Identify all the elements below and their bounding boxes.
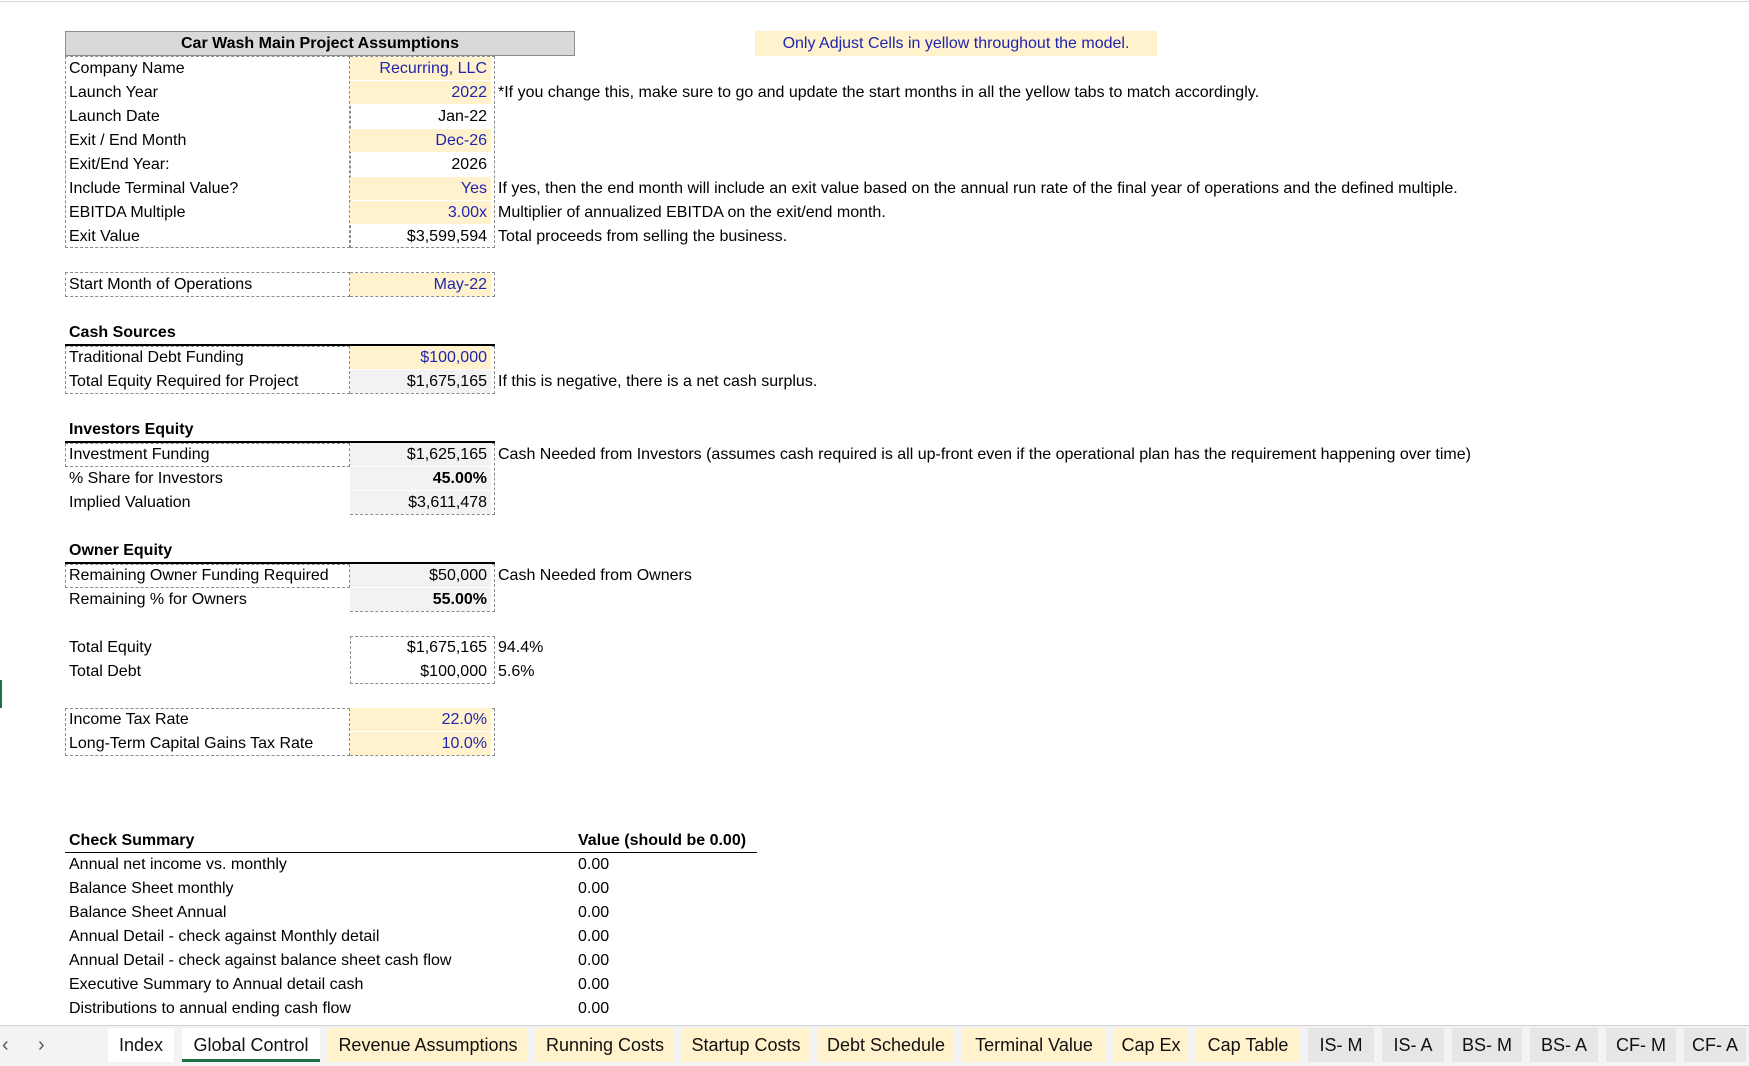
tab-bs-m[interactable]: BS- M	[1452, 1028, 1522, 1062]
label-exit-month: Exit / End Month	[69, 132, 187, 149]
chevron-right-icon[interactable]: ›	[38, 1034, 45, 1057]
note-ebitda-multiple: Multiplier of annualized EBITDA on the e…	[498, 204, 886, 221]
tab-startup-costs[interactable]: Startup Costs	[682, 1028, 810, 1062]
cell-terminal-value[interactable]: Yes	[350, 177, 491, 200]
cell-implied-valuation[interactable]: $3,611,478	[350, 491, 491, 514]
label-launch-year: Launch Year	[69, 84, 158, 101]
check-value[interactable]: 0.00	[578, 925, 609, 948]
check-label: Annual Detail - check against balance sh…	[69, 952, 452, 969]
section-check-summary: Check Summary	[69, 832, 195, 849]
tab-debt-schedule[interactable]: Debt Schedule	[818, 1028, 954, 1062]
cell-investment-funding[interactable]: $1,625,165	[350, 443, 491, 466]
cell-owner-funding[interactable]: $50,000	[350, 564, 491, 587]
instruction-banner: Only Adjust Cells in yellow throughout t…	[755, 31, 1157, 56]
tab-cap-ex[interactable]: Cap Ex	[1114, 1028, 1188, 1062]
cell-launch-date[interactable]: Jan-22	[350, 105, 491, 128]
label-terminal-value: Include Terminal Value?	[69, 180, 239, 197]
label-company-name: Company Name	[69, 60, 185, 77]
note-investment-funding: Cash Needed from Investors (assumes cash…	[498, 446, 1471, 463]
sheet-tab-bar: ‹ › Index Global Control Revenue Assumpt…	[0, 1025, 1749, 1066]
label-ebitda-multiple: EBITDA Multiple	[69, 204, 186, 221]
column-header-edge	[0, 1, 1749, 2]
cell-debt-funding[interactable]: $100,000	[350, 346, 491, 369]
label-equity-required: Total Equity Required for Project	[69, 373, 299, 390]
cell-income-tax[interactable]: 22.0%	[350, 708, 491, 731]
cell-owner-share[interactable]: 55.00%	[350, 588, 491, 611]
section-owner-equity: Owner Equity	[69, 542, 173, 559]
label-exit-year: Exit/End Year:	[69, 156, 170, 173]
label-income-tax: Income Tax Rate	[69, 711, 189, 728]
label-total-debt: Total Debt	[69, 663, 142, 680]
note-launch-year: *If you change this, make sure to go and…	[498, 84, 1260, 101]
cell-exit-value[interactable]: $3,599,594	[350, 225, 491, 248]
section-investors-equity: Investors Equity	[69, 421, 194, 438]
tab-running-costs[interactable]: Running Costs	[536, 1028, 674, 1062]
label-debt-funding: Traditional Debt Funding	[69, 349, 244, 366]
tab-cf-m[interactable]: CF- M	[1606, 1028, 1676, 1062]
tab-revenue-assumptions[interactable]: Revenue Assumptions	[328, 1028, 528, 1062]
label-launch-date: Launch Date	[69, 108, 160, 125]
check-label: Balance Sheet Annual	[69, 904, 227, 921]
label-capital-gains-tax: Long-Term Capital Gains Tax Rate	[69, 735, 314, 752]
tab-global-control[interactable]: Global Control	[182, 1028, 320, 1062]
spreadsheet-grid[interactable]: Car Wash Main Project Assumptions Only A…	[0, 0, 1749, 1025]
check-value[interactable]: 0.00	[578, 949, 609, 972]
cell-total-debt[interactable]: $100,000	[350, 660, 491, 683]
cell-exit-year[interactable]: 2026	[350, 153, 491, 176]
check-value[interactable]: 0.00	[578, 901, 609, 924]
label-owner-funding: Remaining Owner Funding Required	[69, 567, 329, 584]
tab-terminal-value[interactable]: Terminal Value	[962, 1028, 1106, 1062]
check-value-header: Value (should be 0.00)	[578, 832, 747, 849]
cell-ebitda-multiple[interactable]: 3.00x	[350, 201, 491, 224]
note-exit-value: Total proceeds from selling the business…	[498, 228, 788, 245]
label-start-month: Start Month of Operations	[69, 276, 253, 293]
cell-start-month[interactable]: May-22	[350, 273, 491, 296]
label-implied-valuation: Implied Valuation	[69, 494, 191, 511]
label-owner-share: Remaining % for Owners	[69, 591, 247, 608]
check-label: Executive Summary to Annual detail cash	[69, 976, 364, 993]
chevron-left-icon[interactable]: ‹	[2, 1034, 9, 1057]
check-label: Annual net income vs. monthly	[69, 856, 287, 873]
assumptions-title: Car Wash Main Project Assumptions	[65, 31, 575, 56]
label-investment-funding: Investment Funding	[69, 446, 210, 463]
check-label: Distributions to annual ending cash flow	[69, 1000, 351, 1017]
note-total-equity: 94.4%	[498, 639, 544, 656]
note-terminal-value: If yes, then the end month will include …	[498, 180, 1458, 197]
cell-investor-share[interactable]: 45.00%	[350, 467, 491, 490]
note-equity-required: If this is negative, there is a net cash…	[498, 373, 818, 390]
check-value[interactable]: 0.00	[578, 853, 609, 876]
tab-bs-a[interactable]: BS- A	[1530, 1028, 1598, 1062]
cell-launch-year[interactable]: 2022	[350, 81, 491, 104]
section-cash-sources: Cash Sources	[69, 324, 176, 341]
active-row-marker	[0, 680, 2, 708]
cell-equity-required[interactable]: $1,675,165	[350, 370, 491, 393]
tab-cap-table[interactable]: Cap Table	[1196, 1028, 1300, 1062]
check-value[interactable]: 0.00	[578, 997, 609, 1020]
cell-exit-month[interactable]: Dec-26	[350, 129, 491, 152]
check-label: Annual Detail - check against Monthly de…	[69, 928, 380, 945]
cell-total-equity[interactable]: $1,675,165	[350, 636, 491, 659]
check-value[interactable]: 0.00	[578, 973, 609, 996]
cell-capital-gains-tax[interactable]: 10.0%	[350, 732, 491, 755]
tab-is-a[interactable]: IS- A	[1382, 1028, 1444, 1062]
tab-is-m[interactable]: IS- M	[1308, 1028, 1374, 1062]
note-total-debt: 5.6%	[498, 663, 535, 680]
label-investor-share: % Share for Investors	[69, 470, 223, 487]
check-label: Balance Sheet monthly	[69, 880, 234, 897]
tab-index[interactable]: Index	[108, 1028, 174, 1062]
check-value[interactable]: 0.00	[578, 877, 609, 900]
note-owner-funding: Cash Needed from Owners	[498, 567, 692, 584]
label-total-equity: Total Equity	[69, 639, 152, 656]
tab-cf-a[interactable]: CF- A	[1684, 1028, 1746, 1062]
cell-company-name[interactable]: Recurring, LLC	[350, 57, 491, 80]
label-exit-value: Exit Value	[69, 228, 140, 245]
